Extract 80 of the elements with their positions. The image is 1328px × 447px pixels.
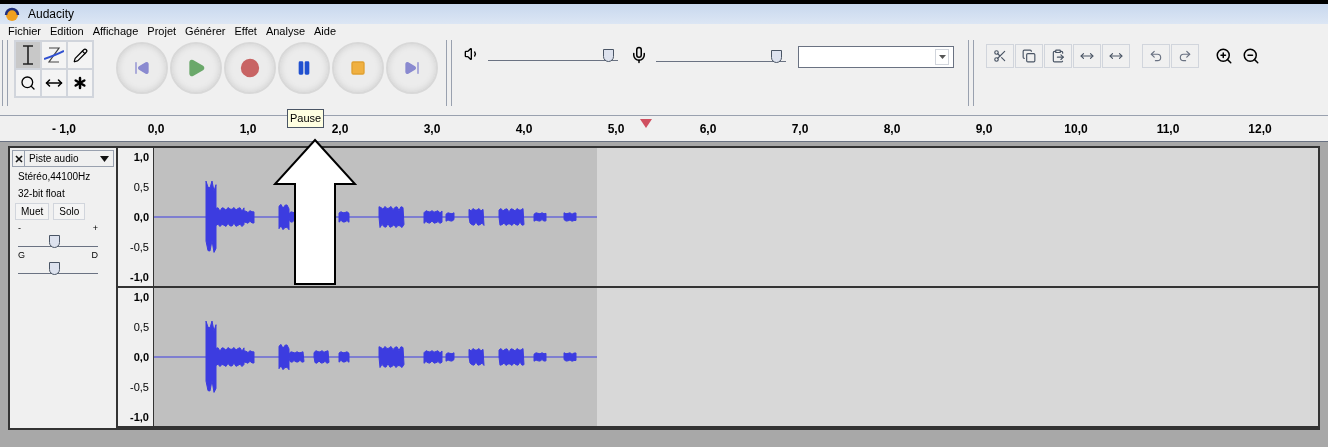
ruler-label: 7,0 — [791, 121, 809, 138]
paste-icon[interactable] — [1051, 49, 1065, 63]
menu-item[interactable]: Affichage — [92, 25, 139, 37]
slider-max-label: D — [91, 251, 98, 260]
tool-button[interactable] — [15, 41, 41, 69]
magnifier-icon — [20, 75, 36, 91]
scale-label: 1,0 — [133, 290, 149, 305]
scale-label: -0,5 — [130, 239, 149, 255]
device-dropdown[interactable] — [798, 46, 954, 68]
redo-icon[interactable] — [1178, 49, 1192, 63]
ruler-label: 12,0 — [1248, 121, 1272, 138]
slider-thumb[interactable] — [49, 262, 61, 275]
ruler-label: 11,0 — [1156, 121, 1180, 138]
transport-button[interactable] — [224, 42, 276, 94]
text-cursor-icon — [22, 45, 34, 65]
caret-icon — [100, 155, 109, 162]
transport-button[interactable] — [116, 42, 168, 94]
slider-min-label: G — [18, 251, 25, 260]
track-info: 32-bit float — [17, 187, 66, 201]
slider-thumb[interactable] — [771, 50, 783, 63]
tool-button[interactable] — [41, 69, 67, 97]
headphones-icon — [4, 6, 20, 22]
tool-button[interactable] — [67, 41, 93, 69]
menu-item[interactable]: Aide — [314, 25, 337, 37]
skip-end-icon — [404, 60, 420, 76]
ruler-label: 5,0 — [607, 121, 625, 138]
zoom-out-icon[interactable] — [1242, 47, 1260, 65]
skip-start-icon — [134, 60, 150, 76]
copy-icon[interactable] — [1022, 49, 1036, 63]
tool-button[interactable] — [67, 69, 93, 97]
caret-icon — [938, 55, 946, 59]
cut-icon[interactable] — [993, 49, 1007, 63]
ruler-label: 2,0 — [331, 121, 349, 138]
scale-label: 1,0 — [133, 150, 149, 165]
tool-button[interactable] — [15, 69, 41, 97]
tooltip: Pause — [287, 109, 325, 128]
scale-label: 0,0 — [133, 349, 149, 365]
envelope-icon — [44, 45, 64, 65]
track-button[interactable]: Solo — [53, 203, 86, 220]
ruler-label: 8,0 — [883, 121, 901, 138]
play-icon — [186, 58, 206, 78]
slider-min-label: - — [18, 224, 21, 233]
close-icon[interactable] — [14, 154, 23, 163]
pause-icon — [296, 60, 312, 76]
transport-button[interactable] — [386, 42, 438, 94]
transport-button[interactable] — [278, 42, 330, 94]
slider-max-label: + — [92, 224, 98, 233]
menu-item[interactable]: Edition — [50, 25, 84, 37]
slider-thumb[interactable] — [603, 49, 615, 62]
slider-thumb[interactable] — [49, 235, 61, 248]
stop-icon — [350, 60, 366, 76]
record-icon — [240, 58, 260, 78]
track-button[interactable]: Muet — [15, 203, 50, 220]
track-info: Stéréo,44100Hz — [17, 170, 92, 184]
scale-label: 0,5 — [133, 319, 149, 335]
scale-label: -1,0 — [130, 409, 149, 425]
playhead-marker-icon — [640, 119, 652, 128]
ruler-label: 1,0 — [239, 121, 257, 138]
menu-item[interactable]: Projet — [147, 25, 177, 37]
ruler-label: 10,0 — [1064, 121, 1088, 138]
scale-label: 0,0 — [133, 209, 149, 225]
microphone-icon — [630, 46, 648, 64]
ruler-label: 9,0 — [975, 121, 993, 138]
scale-label: 0,5 — [133, 179, 149, 195]
ruler-label: 0,0 — [147, 121, 165, 138]
scale-label: -0,5 — [130, 379, 149, 395]
ruler-label: 4,0 — [515, 121, 533, 138]
pencil-icon — [72, 47, 88, 63]
menu-item[interactable]: Effet — [234, 25, 257, 37]
zoom-in-icon[interactable] — [1215, 47, 1233, 65]
scale-label: -1,0 — [130, 269, 149, 285]
menu-item[interactable]: Analyse — [265, 25, 305, 37]
tool-button[interactable] — [41, 41, 67, 69]
ruler-label: - 1,0 — [52, 121, 76, 138]
ruler-label: 3,0 — [423, 121, 441, 138]
window-title: Audacity — [28, 6, 75, 23]
menu-item[interactable]: Générer — [185, 25, 226, 37]
ruler-label: 6,0 — [699, 121, 717, 138]
menu-item[interactable]: Fichier — [8, 25, 41, 37]
undo-icon[interactable] — [1149, 49, 1163, 63]
